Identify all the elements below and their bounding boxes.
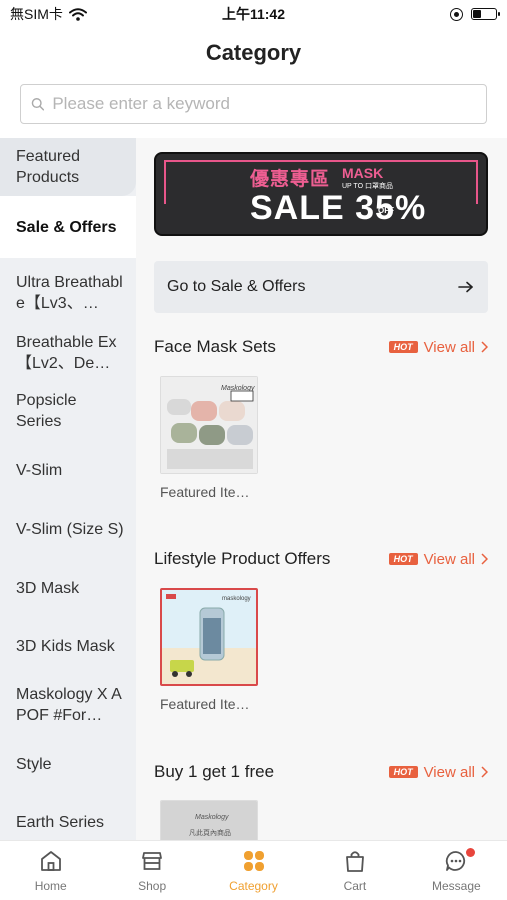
sidebar-item-3d-mask[interactable]: 3D Mask — [0, 558, 136, 618]
section-title: Face Mask Sets — [154, 337, 276, 356]
product-name: Featured Ite… — [160, 484, 250, 500]
view-all-label: View all — [423, 338, 475, 356]
chevron-right-icon — [481, 341, 488, 353]
battery-icon — [471, 8, 500, 20]
tab-category[interactable]: Category — [203, 841, 304, 900]
category-content: 優惠專區 MASK UP TO 口罩商品 SALE 35% OFF Go to … — [136, 138, 507, 840]
sidebar-item-label: Earth Series — [16, 813, 105, 831]
sidebar-item-label: Ultra Breathable【Lv3、… — [16, 274, 123, 312]
tab-label: Message — [431, 879, 481, 893]
home-icon — [40, 851, 61, 871]
hot-badge: HOT — [388, 341, 418, 353]
sidebar-item-label: Breathable Ex【Lv2、De… — [16, 334, 117, 372]
status-bar: 無SIM卡 上午11:42 — [0, 0, 507, 28]
banner-sale-text: SALE 35% — [250, 189, 427, 227]
goto-label: Go to Sale & Offers — [167, 278, 306, 295]
view-all-link[interactable]: View all — [424, 764, 488, 781]
product-card[interactable]: maskology Featured Ite… — [160, 588, 260, 712]
tab-label: Category — [229, 879, 278, 893]
banner-off-label: OFF — [378, 206, 394, 215]
sidebar-item-label: 3D Mask — [16, 579, 80, 597]
status-left: 無SIM卡 — [10, 4, 87, 24]
category-icon — [243, 851, 264, 871]
battery-level — [473, 10, 482, 18]
tab-cart[interactable]: Cart — [304, 841, 405, 900]
sidebar-item-label: Sale & Offers — [16, 218, 117, 236]
product-image-buy-1-get-1: Maskology 凡此頁內商品 — [160, 800, 258, 840]
orientation-lock-icon — [450, 7, 463, 21]
bottom-tab-bar: Home Shop Category Cart Message — [0, 840, 507, 900]
sidebar-item-ultra-breathable[interactable]: Ultra Breathable【Lv3、… — [0, 262, 136, 324]
shop-icon — [142, 852, 163, 870]
sidebar-item-popsicle-series[interactable]: Popsicle Series — [0, 380, 136, 442]
search-input[interactable] — [52, 94, 476, 114]
sidebar-item-v-slim-size-s[interactable]: V-Slim (Size S) — [0, 498, 136, 560]
banner-chinese-title: 優惠專區 — [250, 168, 331, 190]
chevron-right-icon — [481, 766, 488, 778]
section-title: Buy 1 get 1 free — [154, 762, 275, 781]
category-sidebar: Featured Products Sale & Offers Ultra Br… — [0, 138, 136, 840]
tab-label: Home — [34, 879, 67, 893]
tab-home[interactable]: Home — [0, 841, 101, 900]
chevron-right-icon — [481, 553, 488, 565]
tab-shop[interactable]: Shop — [101, 841, 202, 900]
product-card[interactable]: Maskology Featured Ite… — [160, 376, 260, 500]
page-title: Category — [205, 40, 302, 65]
section-header-lifestyle-product-offers: Lifestyle Product Offers HOT View all — [154, 549, 488, 569]
product-image-brand: maskology — [222, 596, 251, 602]
sidebar-item-v-slim[interactable]: V-Slim — [0, 440, 136, 500]
section-header-buy-1-get-1-free: Buy 1 get 1 free HOT View all — [154, 762, 488, 782]
sidebar-item-style[interactable]: Style — [0, 734, 136, 794]
view-all-link[interactable]: View all — [424, 339, 488, 356]
sale-banner[interactable]: 優惠專區 MASK UP TO 口罩商品 SALE 35% OFF — [154, 152, 488, 236]
section-actions: HOT View all — [388, 339, 488, 356]
message-icon — [446, 851, 466, 871]
sidebar-item-label: V-Slim (Size S) — [16, 520, 124, 538]
sidebar-item-label: V-Slim — [16, 461, 63, 479]
tab-label: Shop — [138, 879, 167, 893]
section-title: Lifestyle Product Offers — [154, 549, 331, 568]
view-all-label: View all — [423, 763, 475, 781]
sidebar-item-label: Maskology X APOF #For… — [16, 686, 122, 724]
product-card[interactable]: Maskology 凡此頁內商品 — [160, 800, 260, 840]
notification-dot — [465, 848, 475, 857]
goto-sale-offers-button[interactable]: Go to Sale & Offers — [154, 261, 488, 313]
product-image-face-mask-set: Maskology — [160, 376, 258, 474]
view-all-link[interactable]: View all — [424, 551, 488, 568]
sidebar-item-sale-offers[interactable]: Sale & Offers — [0, 196, 136, 258]
search-icon — [31, 98, 45, 111]
product-name: Featured Ite… — [160, 696, 250, 712]
sidebar-item-label: Style — [16, 755, 52, 773]
sidebar-item-3d-kids-mask[interactable]: 3D Kids Mask — [0, 616, 136, 676]
cart-icon — [346, 851, 364, 872]
product-image-brand: Maskology — [195, 814, 229, 821]
sidebar-item-featured-products[interactable]: Featured Products — [0, 138, 136, 196]
section-header-face-mask-sets: Face Mask Sets HOT View all — [154, 337, 488, 357]
arrow-right-icon — [458, 281, 473, 293]
status-right — [450, 7, 500, 21]
sidebar-item-maskology-apof[interactable]: Maskology X APOF #For… — [0, 674, 136, 736]
section-actions: HOT View all — [388, 551, 488, 568]
carrier-label: 無SIM卡 — [10, 6, 63, 22]
tab-message[interactable]: Message — [406, 841, 507, 900]
sidebar-item-label: Featured Products — [16, 148, 81, 186]
view-all-label: View all — [423, 550, 475, 568]
tab-label: Cart — [343, 879, 367, 893]
hot-badge: HOT — [388, 553, 418, 565]
product-image-lifestyle: maskology — [160, 588, 258, 686]
sidebar-item-breathable-ex[interactable]: Breathable Ex【Lv2、De… — [0, 322, 136, 384]
section-actions: HOT View all — [388, 764, 488, 781]
product-image-text: 凡此頁內商品 — [189, 828, 231, 837]
banner-mask-label: MASK — [342, 165, 384, 181]
wifi-icon — [68, 7, 87, 21]
search-box[interactable] — [20, 84, 487, 124]
sidebar-item-label: 3D Kids Mask — [16, 637, 115, 655]
hot-badge: HOT — [388, 766, 418, 778]
sidebar-item-label: Popsicle Series — [16, 392, 77, 430]
sidebar-item-earth-series[interactable]: Earth Series — [0, 792, 136, 840]
